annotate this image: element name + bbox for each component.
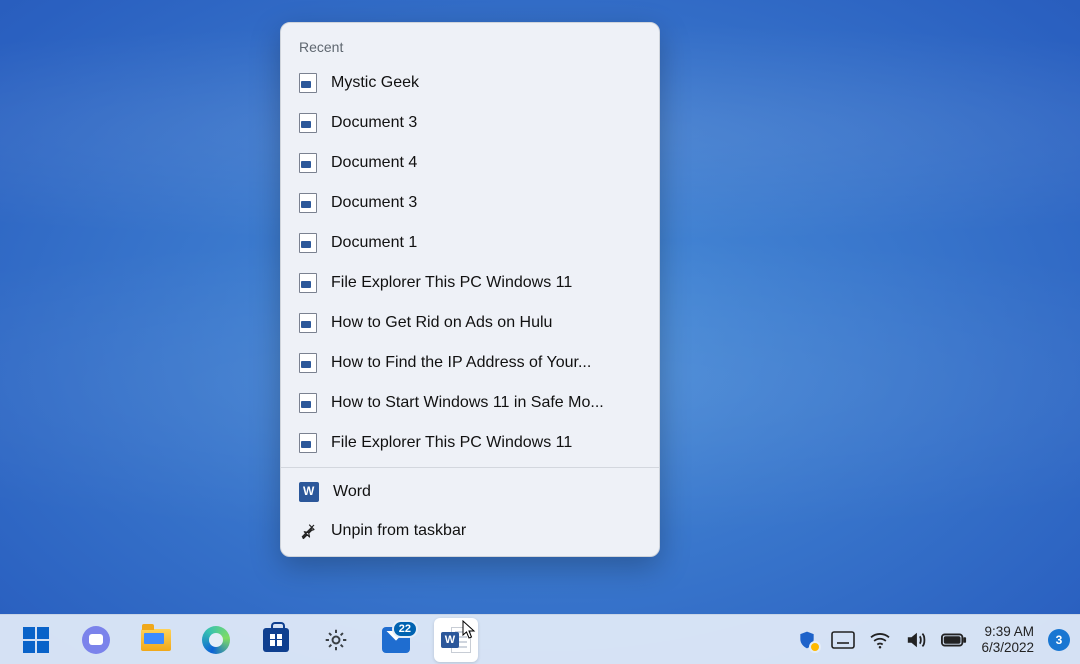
jumplist-item-label: Document 1 [331,234,417,252]
warning-badge-icon [809,641,821,653]
windows-logo-icon [23,627,49,653]
system-tray: 9:39 AM 6/3/2022 3 [797,615,1070,664]
taskbar-file-explorer[interactable] [134,618,178,662]
jumplist-recent-item[interactable]: File Explorer This PC Windows 11 [281,423,659,463]
microsoft-store-icon [263,628,289,652]
volume-icon[interactable] [905,630,927,650]
jumplist-recent-item[interactable]: Mystic Geek [281,63,659,103]
jumplist-app-label: Word [333,483,371,501]
word-doc-icon [299,73,317,93]
mail-badge: 22 [392,620,418,638]
word-app-icon [299,482,319,502]
taskbar-word[interactable]: W [434,618,478,662]
taskbar-settings[interactable] [314,618,358,662]
jumplist-recent-item[interactable]: How to Get Rid on Ads on Hulu [281,303,659,343]
start-button[interactable] [14,618,58,662]
jumplist-item-label: Document 4 [331,154,417,172]
taskbar: 22 W [0,614,1080,664]
jumplist-item-label: Document 3 [331,194,417,212]
jumplist-unpin[interactable]: Unpin from taskbar [281,512,659,550]
jumplist-recent-item[interactable]: How to Find the IP Address of Your... [281,343,659,383]
jumplist-recent-item[interactable]: Document 4 [281,143,659,183]
word-doc-icon [299,273,317,293]
jumplist-recent-item[interactable]: Document 3 [281,183,659,223]
word-doc-icon [299,153,317,173]
word-doc-icon [299,393,317,413]
file-explorer-icon [141,629,171,651]
word-doc-icon [299,113,317,133]
divider [281,467,659,468]
gear-icon [322,626,350,654]
word-doc-icon [299,193,317,213]
taskbar-mail[interactable]: 22 [374,618,418,662]
jumplist-item-label: How to Find the IP Address of Your... [331,354,591,372]
clock-date: 6/3/2022 [981,640,1034,656]
windows-security-icon[interactable] [797,629,817,651]
jumplist-unpin-label: Unpin from taskbar [331,522,466,540]
word-doc-icon [299,233,317,253]
unpin-icon [299,522,317,540]
jumplist-item-label: File Explorer This PC Windows 11 [331,274,572,292]
word-doc-icon [299,313,317,333]
battery-icon[interactable] [941,632,967,648]
input-indicator-icon[interactable] [831,631,855,649]
jumplist-item-label: Mystic Geek [331,74,419,92]
taskbar-clock[interactable]: 9:39 AM 6/3/2022 [981,624,1034,655]
wifi-icon[interactable] [869,631,891,649]
clock-time: 9:39 AM [981,624,1034,640]
edge-browser-icon [202,626,230,654]
jumplist-item-label: How to Get Rid on Ads on Hulu [331,314,552,332]
word-doc-icon [299,353,317,373]
jumplist-recent-item[interactable]: How to Start Windows 11 in Safe Mo... [281,383,659,423]
taskbar-teams-chat[interactable] [74,618,118,662]
jumplist-item-label: How to Start Windows 11 in Safe Mo... [331,394,604,412]
jumplist-app-launch[interactable]: Word [281,472,659,512]
jumplist-recent-item[interactable]: File Explorer This PC Windows 11 [281,263,659,303]
jumplist-recent-item[interactable]: Document 3 [281,103,659,143]
jumplist-recent-item[interactable]: Document 1 [281,223,659,263]
jumplist-item-label: Document 3 [331,114,417,132]
jumplist-item-label: File Explorer This PC Windows 11 [331,434,572,452]
jumplist-word: Recent Mystic Geek Document 3 Document 4… [280,22,660,557]
chat-icon [82,626,110,654]
taskbar-store[interactable] [254,618,298,662]
notification-center-badge[interactable]: 3 [1048,629,1070,651]
taskbar-edge[interactable] [194,618,238,662]
word-app-icon: W [441,627,471,653]
jumplist-section-recent: Recent [281,29,659,63]
word-doc-icon [299,433,317,453]
